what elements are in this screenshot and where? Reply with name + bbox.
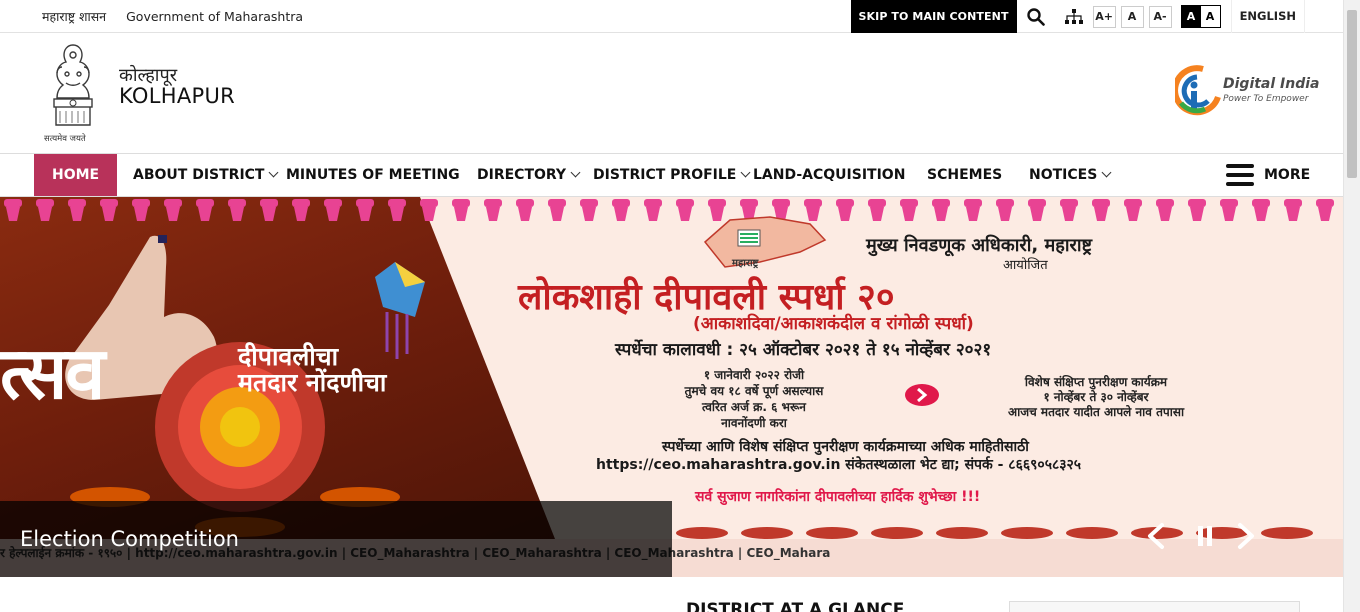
district-name-english[interactable]: KOLHAPUR	[119, 84, 235, 108]
nav-item-about-district[interactable]: ABOUT DISTRICT	[133, 154, 279, 196]
next-slide-icon[interactable]	[1230, 521, 1260, 551]
font-decrease-button[interactable]: A-	[1148, 5, 1172, 28]
sidebar-box	[1009, 601, 1300, 612]
banner-subtitle: (आकाशदिवा/आकाशकंदील व रांगोळी स्पर्धा)	[693, 314, 974, 334]
page: महाराष्ट्र शासन Government of Maharashtr…	[0, 0, 1360, 612]
emblem-motto: सत्यमेव जयते	[44, 134, 86, 144]
nav-item-land-acquisition[interactable]: LAND-ACQUISITION	[753, 154, 905, 196]
chevron-down-icon	[269, 167, 279, 178]
chevron-down-icon	[1101, 167, 1112, 178]
banner-organizer: मुख्य निवडणूक अधिकारी, महाराष्ट्र	[866, 235, 1093, 256]
banner-right-block-line: आजच मतदार यादीत आपले नाव तपासा	[1007, 405, 1185, 419]
banner-info-line1: स्पर्धेच्या आणि विशेष संक्षिप्त पुनरीक्ष…	[662, 439, 1029, 455]
nav-item-label: ABOUT DISTRICT	[133, 167, 265, 183]
national-emblem-logo[interactable]: सत्यमेव जयते	[42, 41, 104, 151]
nav-item-label: DISTRICT PROFILE	[593, 167, 737, 183]
search-icon[interactable]	[1017, 0, 1055, 33]
more-label: MORE	[1264, 167, 1311, 183]
gov-marathi-link[interactable]: महाराष्ट्र शासन	[42, 8, 106, 25]
banner-right-block-line: १ नोव्हेंबर ते ३० नोव्हेंबर	[1043, 390, 1149, 404]
nav-item-home[interactable]: HOME	[34, 154, 118, 196]
top-bar-right: SKIP TO MAIN CONTENT A+ A A- A A ENGLISH	[850, 0, 1305, 33]
arrow-right-icon	[905, 384, 939, 406]
nav-item-district-profile[interactable]: DISTRICT PROFILE	[593, 154, 751, 196]
district-at-a-glance-heading: DISTRICT AT A GLANCE	[686, 600, 905, 612]
normal-contrast-button[interactable]: A	[1200, 6, 1220, 27]
banner-right-block: विशेष संक्षिप्त पुनरीक्षण कार्यक्रम १ नो…	[946, 375, 1246, 420]
more-menu-button[interactable]: MORE	[1226, 154, 1310, 196]
banner-big-text: त्सव	[0, 331, 105, 415]
banner-left-line2: मतदार नोंदणीचा	[238, 368, 387, 397]
nav-item-notices[interactable]: NOTICES	[1029, 154, 1112, 196]
chevron-down-icon	[740, 167, 751, 178]
banner-left-block-line: नावनोंदणी करा	[721, 416, 787, 430]
skip-to-main-content-link[interactable]: SKIP TO MAIN CONTENT	[850, 0, 1017, 33]
high-contrast-button[interactable]: A	[1181, 6, 1201, 27]
banner-organized: आयोजित	[1003, 258, 1048, 273]
nav-item-schemes[interactable]: SCHEMES	[927, 154, 1002, 196]
banner-greeting: सर्व सुजाण नागरिकांना दीपावलीच्या हार्दि…	[695, 489, 981, 505]
banner-slider[interactable]: त्सव दीपावलीचा मतदार नोंदणीचा महाराष्ट्र…	[0, 197, 1343, 577]
banner-left-block-line: १ जानेवारी २०२२ रोजी	[703, 368, 805, 382]
sitemap-icon[interactable]	[1055, 0, 1093, 33]
language-button[interactable]: ENGLISH	[1230, 0, 1305, 33]
nav-item-label: NOTICES	[1029, 167, 1098, 183]
banner-left-block: १ जानेवारी २०२२ रोजी तुमचे वय १८ वर्षे प…	[620, 367, 888, 431]
banner-left-block-line: तुमचे वय १८ वर्षे पूर्ण असल्यास	[684, 384, 824, 398]
chevron-down-icon	[570, 167, 581, 178]
main-navigation: HOME ABOUT DISTRICT MINUTES OF MEETING D…	[0, 153, 1343, 197]
nav-item-label: DIRECTORY	[477, 167, 567, 183]
map-label: महाराष्ट्र	[732, 258, 759, 269]
top-bar-left: महाराष्ट्र शासन Government of Maharashtr…	[42, 0, 303, 33]
site-header: सत्यमेव जयते कोल्हापूर KOLHAPUR Digital …	[0, 33, 1343, 153]
hamburger-icon	[1226, 164, 1254, 186]
digital-india-logo[interactable]: Digital India Power To Empower	[1175, 61, 1320, 117]
slide-caption-text: Election Competition	[20, 527, 239, 551]
vertical-scrollbar[interactable]	[1343, 0, 1360, 612]
font-increase-button[interactable]: A+	[1092, 5, 1116, 28]
banner-period: स्पर्धेचा कालावधी : २५ ऑक्टोबर २०२१ ते १…	[615, 340, 992, 360]
pause-slide-icon[interactable]	[1190, 521, 1220, 551]
digital-india-tagline: Power To Empower	[1223, 94, 1309, 104]
banner-info-line2: https://ceo.maharashtra.gov.in संकेतस्थळ…	[596, 457, 1082, 473]
scrollbar-thumb[interactable]	[1347, 10, 1357, 178]
previous-slide-icon[interactable]	[1142, 521, 1172, 551]
banner-left-block-line: त्वरित अर्ज क्र. ६ भरून	[702, 400, 806, 414]
nav-item-minutes-of-meeting[interactable]: MINUTES OF MEETING	[286, 154, 460, 196]
nav-item-directory[interactable]: DIRECTORY	[477, 154, 581, 196]
contrast-toggle: A A	[1180, 5, 1221, 28]
font-normal-button[interactable]: A	[1120, 5, 1144, 28]
tassel-decoration	[4, 199, 1334, 221]
digital-india-title: Digital India	[1223, 76, 1320, 92]
maharashtra-map-icon	[703, 216, 827, 268]
slide-caption: Election Competition	[0, 501, 672, 577]
banner-right-block-line: विशेष संक्षिप्त पुनरीक्षण कार्यक्रम	[1024, 375, 1168, 389]
top-bar: महाराष्ट्र शासन Government of Maharashtr…	[0, 0, 1343, 33]
gov-english-link[interactable]: Government of Maharashtra	[126, 9, 303, 24]
